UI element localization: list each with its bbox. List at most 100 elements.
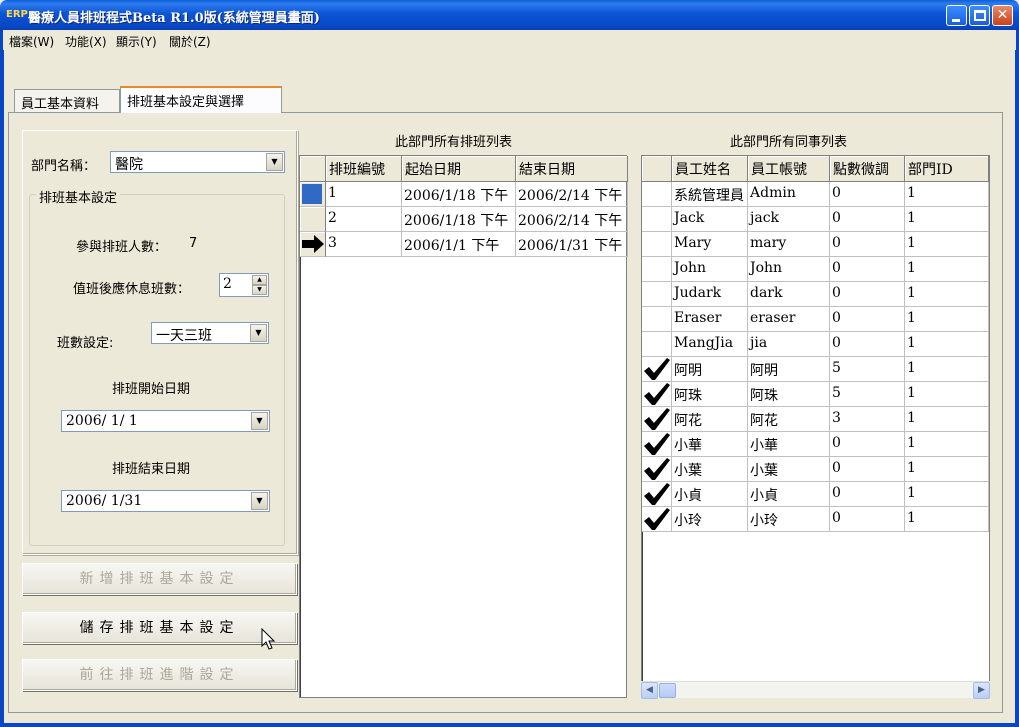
staff-column-header[interactable]: 點數微調 (830, 156, 905, 182)
staff-cell-account[interactable]: Admin (748, 182, 830, 207)
schedule-cell-start[interactable]: 2006/1/18 下午 (402, 182, 516, 207)
staff-check-cell[interactable] (642, 357, 672, 382)
staff-cell-account[interactable]: 小葉 (748, 457, 830, 482)
maximize-button[interactable] (969, 5, 990, 26)
staff-cell-points[interactable]: 0 (830, 507, 905, 532)
staff-check-cell[interactable] (642, 232, 672, 257)
tab-schedule-settings[interactable]: 排班基本設定與選擇 (120, 86, 282, 113)
menu-view[interactable]: 顯示(Y) (116, 33, 157, 50)
schedule-cell-id[interactable]: 2 (326, 207, 402, 232)
staff-cell-dept[interactable]: 1 (905, 407, 989, 432)
staff-cell-name[interactable]: 系統管理員 (672, 182, 748, 207)
staff-cell-dept[interactable]: 1 (905, 232, 989, 257)
schedule-cell-end[interactable]: 2006/2/14 下午 (516, 207, 628, 232)
schedule-cell-id[interactable]: 1 (326, 182, 402, 207)
menu-file[interactable]: 檔案(W) (9, 33, 54, 50)
staff-cell-points[interactable]: 0 (830, 432, 905, 457)
staff-cell-account[interactable]: mary (748, 232, 830, 257)
staff-cell-name[interactable]: 小葉 (672, 457, 748, 482)
start-date-picker[interactable]: 2006/ 1/ 1 ▼ (61, 410, 270, 432)
end-date-picker[interactable]: 2006/ 1/31 ▼ (61, 490, 270, 512)
staff-cell-dept[interactable]: 1 (905, 457, 989, 482)
rest-shifts-stepper[interactable]: 2 ▲ ▼ (219, 273, 269, 297)
staff-cell-account[interactable]: 阿明 (748, 357, 830, 382)
staff-cell-points[interactable]: 0 (830, 457, 905, 482)
staff-check-cell[interactable] (642, 482, 672, 507)
schedule-column-header[interactable]: 起始日期 (402, 156, 516, 182)
add-schedule-settings-button[interactable]: 新增排班基本設定 (22, 563, 297, 595)
staff-cell-name[interactable]: 阿珠 (672, 382, 748, 407)
staff-check-cell[interactable] (642, 382, 672, 407)
staff-cell-points[interactable]: 5 (830, 357, 905, 382)
schedule-grid[interactable]: 排班編號 起始日期 結束日期 1 2006/1/18 下午 2006/2/14 下午 2 20… (299, 155, 628, 698)
schedule-cell-id[interactable]: 3 (326, 232, 402, 257)
chevron-down-icon[interactable]: ▼ (251, 492, 268, 510)
staff-cell-name[interactable]: Judark (672, 282, 748, 307)
staff-check-cell[interactable] (642, 432, 672, 457)
staff-cell-name[interactable]: MangJia (672, 332, 748, 357)
staff-cell-points[interactable]: 0 (830, 207, 905, 232)
staff-cell-account[interactable]: dark (748, 282, 830, 307)
staff-cell-account[interactable]: 阿珠 (748, 382, 830, 407)
staff-cell-account[interactable]: eraser (748, 307, 830, 332)
staff-cell-points[interactable]: 0 (830, 282, 905, 307)
schedule-row-header[interactable] (300, 207, 326, 232)
menu-function[interactable]: 功能(X) (65, 33, 107, 50)
staff-cell-account[interactable]: jia (748, 332, 830, 357)
staff-cell-dept[interactable]: 1 (905, 432, 989, 457)
staff-cell-account[interactable]: John (748, 257, 830, 282)
staff-column-header[interactable]: 員工姓名 (672, 156, 748, 182)
scroll-left-icon[interactable]: ◀ (641, 682, 658, 699)
scroll-right-icon[interactable]: ▶ (973, 682, 990, 699)
schedule-cell-end[interactable]: 2006/1/31 下午 (516, 232, 628, 257)
staff-check-cell[interactable] (642, 282, 672, 307)
staff-cell-points[interactable]: 3 (830, 407, 905, 432)
staff-cell-points[interactable]: 0 (830, 232, 905, 257)
chevron-down-icon[interactable]: ▼ (250, 324, 267, 342)
staff-cell-dept[interactable]: 1 (905, 507, 989, 532)
staff-cell-dept[interactable]: 1 (905, 182, 989, 207)
schedule-cell-start[interactable]: 2006/1/18 下午 (402, 207, 516, 232)
staff-cell-name[interactable]: Eraser (672, 307, 748, 332)
staff-cell-name[interactable]: Jack (672, 207, 748, 232)
staff-cell-account[interactable]: 小玲 (748, 507, 830, 532)
staff-cell-points[interactable]: 0 (830, 257, 905, 282)
staff-check-cell[interactable] (642, 332, 672, 357)
staff-column-header[interactable]: 員工帳號 (748, 156, 830, 182)
staff-cell-points[interactable]: 0 (830, 182, 905, 207)
staff-cell-name[interactable]: Mary (672, 232, 748, 257)
staff-cell-name[interactable]: 小貞 (672, 482, 748, 507)
chevron-down-icon[interactable]: ▼ (266, 153, 283, 171)
staff-grid[interactable]: 員工姓名 員工帳號 點數微調 部門ID 系統管理員 Admin 0 1 Jack jack 0 1 Ma… (641, 155, 990, 682)
staff-cell-dept[interactable]: 1 (905, 282, 989, 307)
staff-cell-account[interactable]: jack (748, 207, 830, 232)
staff-column-header[interactable]: 部門ID (905, 156, 989, 182)
staff-cell-name[interactable]: 小玲 (672, 507, 748, 532)
staff-cell-dept[interactable]: 1 (905, 307, 989, 332)
staff-cell-name[interactable]: 小華 (672, 432, 748, 457)
staff-check-cell[interactable] (642, 507, 672, 532)
staff-cell-name[interactable]: 阿花 (672, 407, 748, 432)
staff-cell-name[interactable]: John (672, 257, 748, 282)
schedule-column-header[interactable]: 結束日期 (516, 156, 628, 182)
scrollbar-thumb[interactable] (659, 683, 676, 698)
staff-cell-account[interactable]: 阿花 (748, 407, 830, 432)
close-button[interactable]: ✕ (992, 5, 1013, 26)
dept-select[interactable]: 醫院 ▼ (110, 151, 285, 173)
schedule-row-header[interactable] (300, 182, 326, 207)
schedule-row-header[interactable] (300, 232, 326, 257)
staff-cell-points[interactable]: 0 (830, 332, 905, 357)
staff-cell-points[interactable]: 5 (830, 382, 905, 407)
staff-cell-dept[interactable]: 1 (905, 357, 989, 382)
chevron-down-icon[interactable]: ▼ (251, 412, 268, 430)
minimize-button[interactable] (946, 5, 967, 26)
staff-check-cell[interactable] (642, 407, 672, 432)
staff-check-cell[interactable] (642, 182, 672, 207)
staff-cell-points[interactable]: 0 (830, 307, 905, 332)
schedule-cell-start[interactable]: 2006/1/1 下午 (402, 232, 516, 257)
advanced-settings-button[interactable]: 前往排班進階設定 (22, 659, 297, 691)
save-schedule-settings-button[interactable]: 儲存排班基本設定 (22, 612, 297, 644)
staff-cell-dept[interactable]: 1 (905, 257, 989, 282)
staff-check-cell[interactable] (642, 207, 672, 232)
staff-cell-dept[interactable]: 1 (905, 382, 989, 407)
